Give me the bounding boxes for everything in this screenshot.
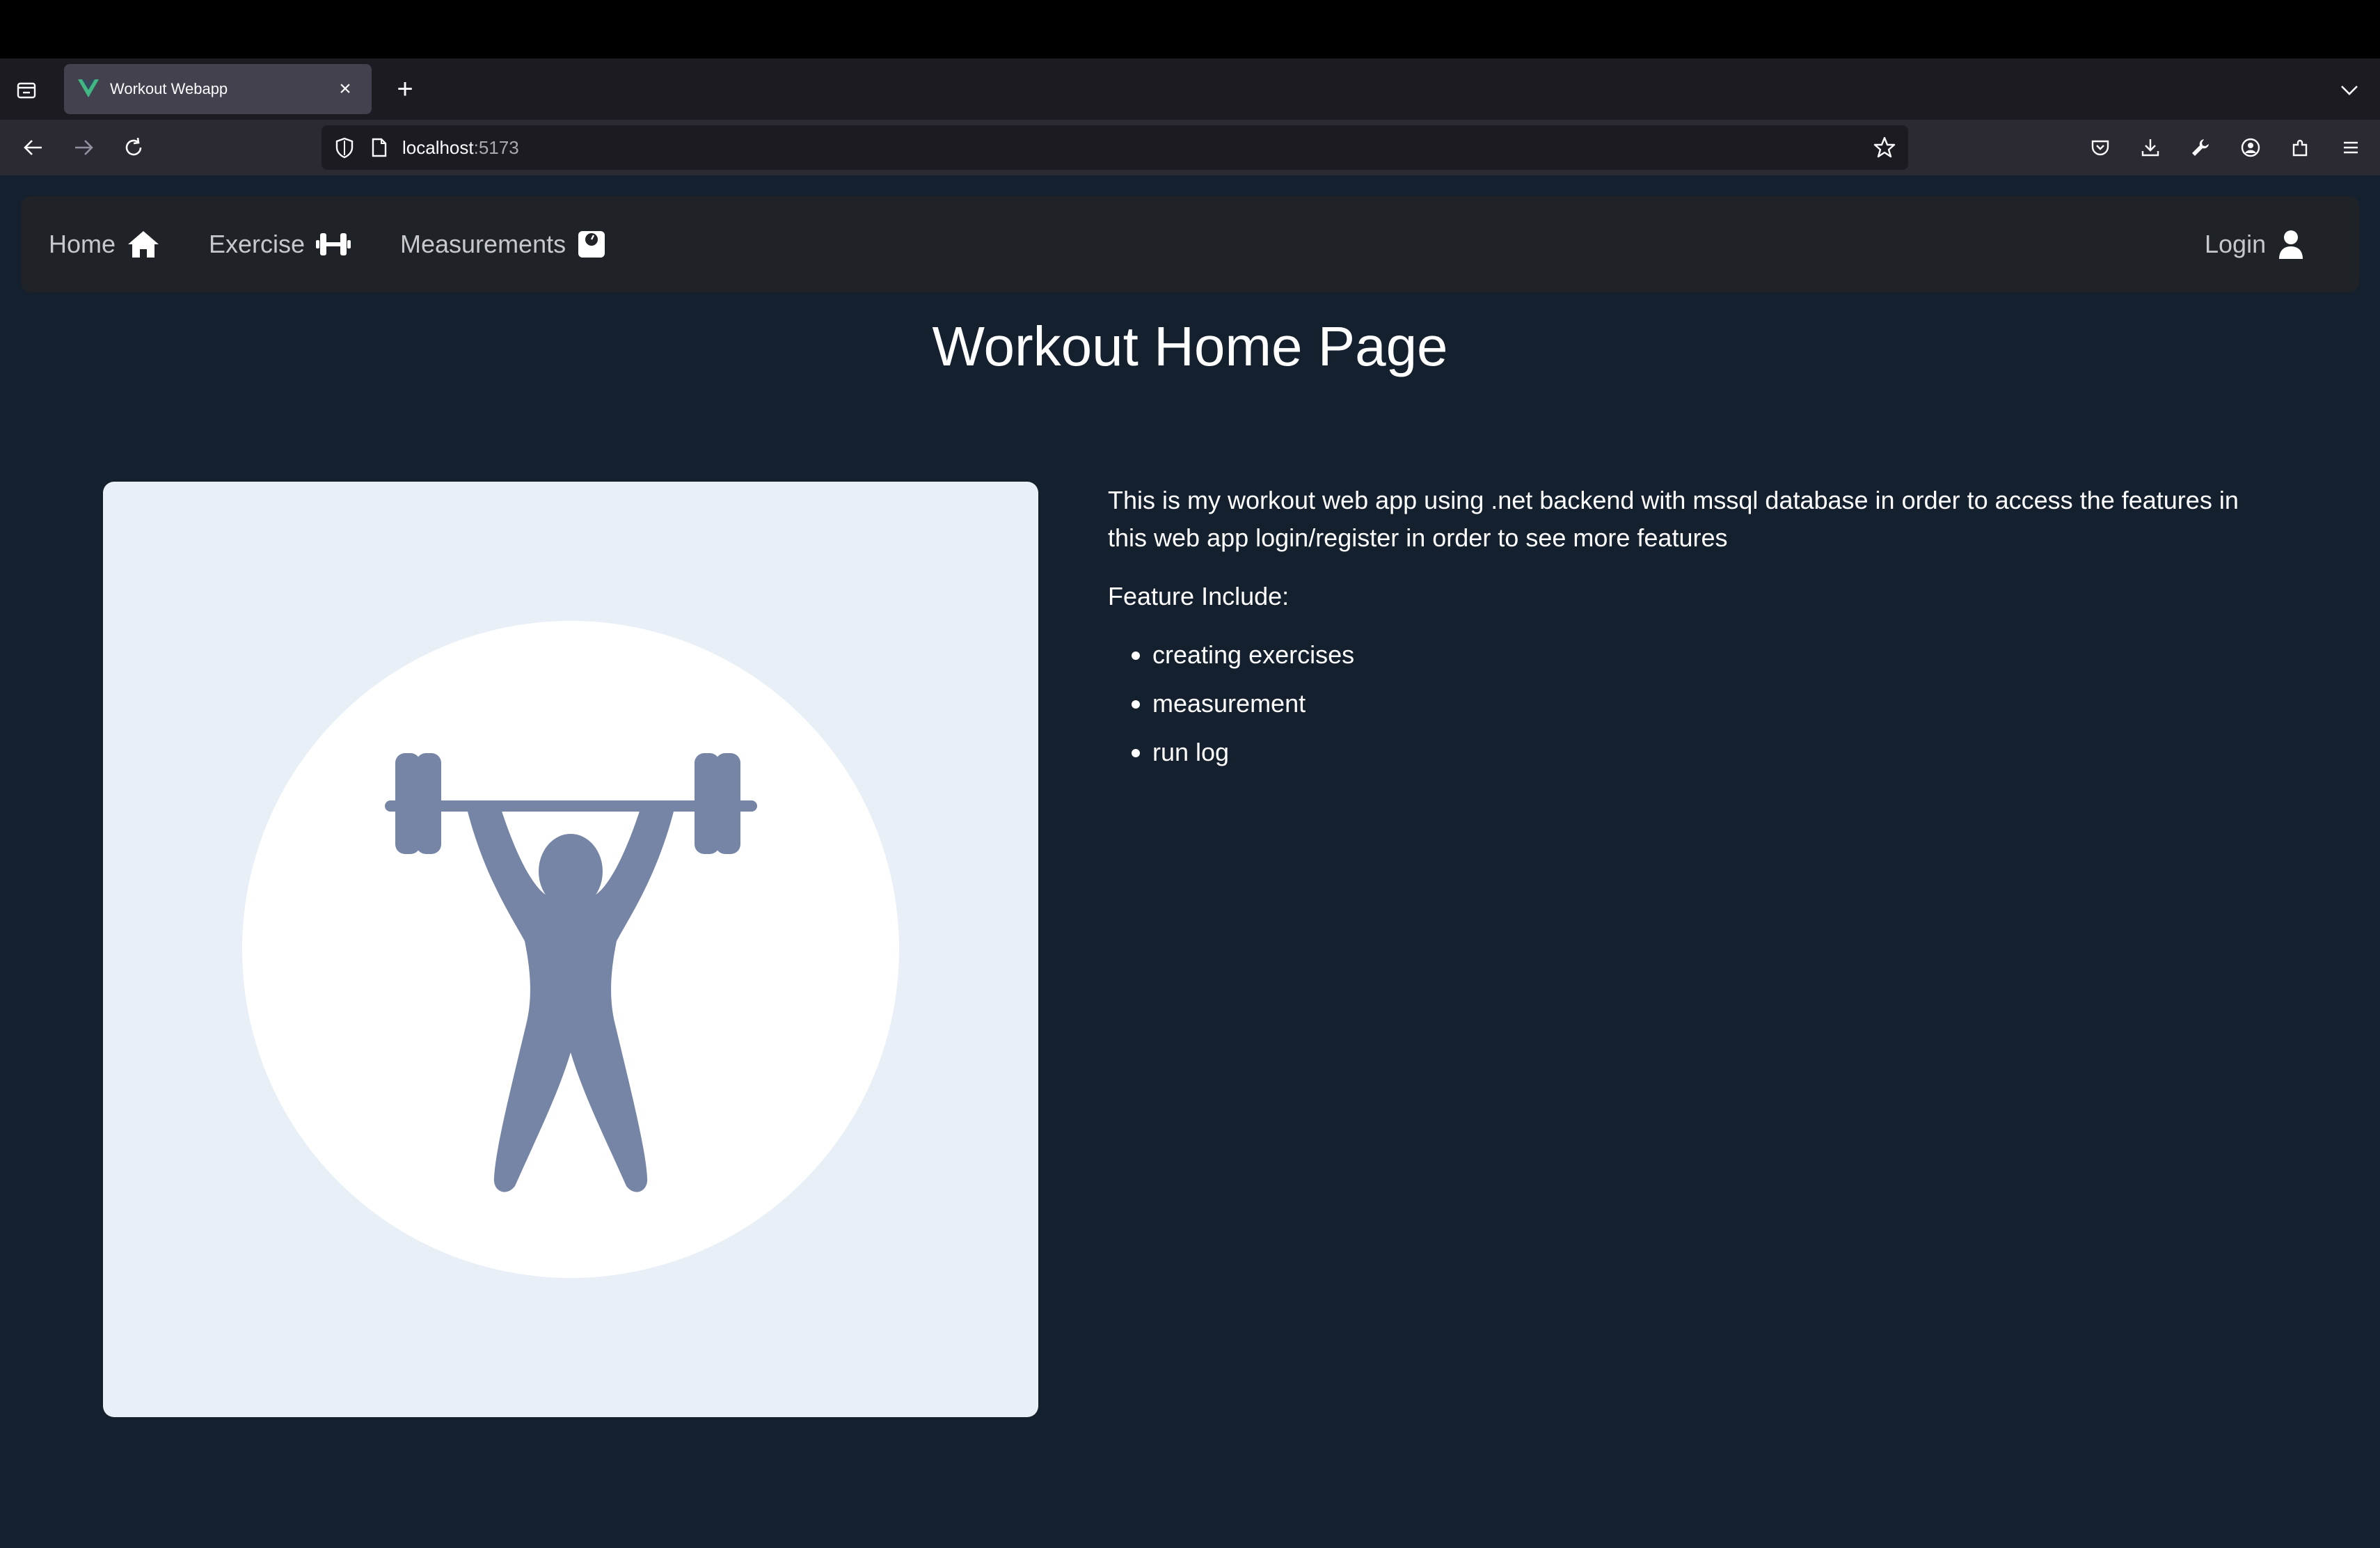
intro-description: This is my workout web app using .net ba… [1108, 486, 2239, 552]
page-content: Home Exercise Measurements Login Workout… [0, 175, 2380, 1548]
shield-icon [335, 137, 354, 159]
nav-home-label: Home [49, 230, 116, 258]
list-all-tabs-button[interactable] [2335, 77, 2363, 104]
back-button[interactable] [17, 131, 50, 164]
account-icon [2241, 138, 2260, 157]
page-title: Workout Home Page [932, 315, 1448, 377]
extensions-button[interactable] [2284, 131, 2317, 164]
browser-tabstrip: Workout Webapp × + [0, 58, 2380, 120]
nav-login-link[interactable]: Login [2205, 196, 2305, 292]
new-tab-button[interactable]: + [388, 72, 422, 106]
user-icon [2277, 230, 2305, 259]
weightlifter-icon [385, 753, 757, 1192]
pocket-icon [2091, 140, 2109, 156]
wrench-icon [2192, 139, 2209, 156]
reload-button[interactable] [117, 131, 150, 164]
star-icon [1873, 136, 1896, 158]
tab-title: Workout Webapp [110, 80, 228, 97]
puzzle-icon [2292, 139, 2308, 157]
toolbar-right-icons [2084, 131, 2367, 164]
downloads-button[interactable] [2134, 131, 2167, 164]
page-icon [372, 138, 387, 157]
account-button[interactable] [2234, 131, 2267, 164]
weight-scale-icon [577, 230, 606, 259]
firefox-view-icon [17, 82, 36, 99]
list-item: run log [1108, 734, 2277, 771]
nav-exercise-link[interactable]: Exercise [209, 196, 351, 292]
url-host: localhost [402, 136, 474, 158]
download-icon [2141, 139, 2159, 157]
dumbbell-icon [316, 230, 351, 258]
chevron-down-icon [2341, 86, 2358, 95]
vue-logo-icon [78, 78, 100, 100]
url-port: :5173 [473, 136, 519, 158]
bookmark-star-button[interactable] [1871, 134, 1898, 161]
home-icon [127, 230, 160, 259]
list-item: creating exercises [1108, 636, 2277, 674]
firefox-view-button[interactable] [13, 77, 40, 104]
nav-exercise-label: Exercise [209, 230, 306, 258]
intro-section: This is my workout web app using .net ba… [1108, 482, 2277, 782]
nav-measurements-label: Measurements [400, 230, 566, 258]
hamburger-icon [2344, 141, 2358, 154]
arrow-left-icon [24, 140, 42, 155]
nav-home-link[interactable]: Home [49, 196, 160, 292]
screen-top-bar [0, 0, 2380, 58]
hero-image [103, 482, 1038, 1417]
tab-close-button[interactable]: × [333, 77, 358, 101]
url-text[interactable]: localhost:5173 [402, 137, 519, 159]
menu-button[interactable] [2334, 131, 2367, 164]
developer-tools-button[interactable] [2184, 131, 2217, 164]
pocket-button[interactable] [2084, 131, 2117, 164]
app-navbar: Home Exercise Measurements Login [21, 196, 2359, 292]
arrow-right-icon [75, 140, 93, 155]
features-list: creating exercises measurement run log [1108, 636, 2277, 771]
url-bar[interactable]: localhost:5173 [322, 125, 1908, 170]
features-heading: Feature Include: [1108, 582, 1290, 610]
browser-toolbar: localhost:5173 [0, 120, 2380, 175]
reload-icon [125, 137, 142, 156]
forward-button[interactable] [67, 131, 100, 164]
tab-workout-webapp[interactable]: Workout Webapp × [64, 64, 372, 114]
nav-measurements-link[interactable]: Measurements [400, 196, 606, 292]
nav-login-label: Login [2205, 230, 2267, 258]
list-item: measurement [1108, 685, 2277, 722]
